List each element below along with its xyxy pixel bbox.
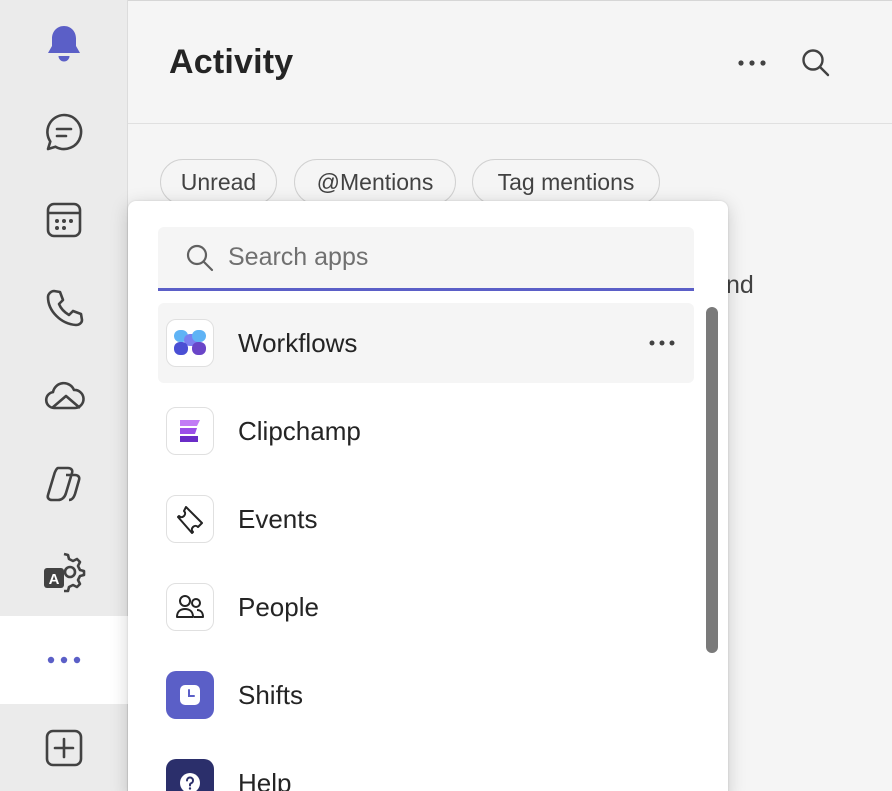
app-item-clipchamp[interactable]: Clipchamp: [158, 391, 694, 471]
apps-flyout: Workflows Clipchamp Events: [128, 201, 728, 791]
help-icon: [166, 759, 214, 791]
search-icon: [802, 49, 830, 77]
clock-icon: [166, 671, 214, 719]
phone-icon: [46, 289, 84, 327]
more-options-button[interactable]: [734, 45, 770, 81]
add-app-icon: [45, 729, 83, 767]
app-item-label: People: [238, 591, 319, 622]
app-item-label: Events: [238, 503, 318, 534]
app-item-workflows[interactable]: Workflows: [158, 303, 694, 383]
clipchamp-icon: [166, 407, 214, 455]
rail-item-calls[interactable]: [0, 264, 128, 352]
more-apps-icon: [47, 656, 81, 664]
rail-item-copilot[interactable]: [0, 440, 128, 528]
bell-icon: [48, 26, 80, 62]
background-partial-text: nd: [726, 271, 754, 299]
filter-mentions[interactable]: @Mentions: [294, 159, 456, 205]
cloud-icon: [44, 381, 85, 410]
app-rail: A: [0, 0, 128, 791]
search-button[interactable]: [796, 45, 836, 81]
more-horizontal-icon: [738, 60, 766, 66]
page-title: Activity: [169, 43, 294, 81]
svg-text:A: A: [49, 571, 60, 588]
rail-item-activity[interactable]: [0, 0, 128, 88]
workflows-icon: [166, 319, 214, 367]
rail-item-onedrive[interactable]: [0, 352, 128, 440]
filter-tag-mentions[interactable]: Tag mentions: [472, 159, 660, 205]
search-apps-box[interactable]: [158, 227, 694, 291]
rail-item-calendar[interactable]: [0, 176, 128, 264]
copilot-icon: [46, 466, 81, 502]
app-item-label: Help: [238, 767, 292, 791]
ticket-icon: [166, 495, 214, 543]
filter-unread[interactable]: Unread: [160, 159, 277, 205]
search-icon: [184, 242, 216, 274]
people-icon: [166, 583, 214, 631]
app-item-people[interactable]: People: [158, 567, 694, 647]
chat-icon: [46, 113, 83, 151]
panel-header: Activity: [128, 1, 892, 124]
more-horizontal-icon: [649, 340, 675, 346]
app-more-options-button[interactable]: [644, 325, 680, 361]
rail-item-chat[interactable]: [0, 88, 128, 176]
rail-item-add-apps[interactable]: [0, 704, 128, 791]
app-item-shifts[interactable]: Shifts: [158, 655, 694, 735]
calendar-icon: [46, 202, 82, 238]
app-item-help[interactable]: Help: [158, 743, 694, 791]
app-item-label: Shifts: [238, 679, 304, 710]
rail-item-more-apps[interactable]: [0, 616, 128, 704]
rail-item-admin-translate[interactable]: A: [0, 528, 128, 616]
search-apps-input[interactable]: [228, 243, 648, 272]
settings-translate-icon: A: [44, 552, 86, 593]
app-item-label: Clipchamp: [238, 415, 361, 446]
app-item-events[interactable]: Events: [158, 479, 694, 559]
flyout-scrollbar[interactable]: [706, 307, 718, 653]
app-item-label: Workflows: [238, 327, 358, 358]
